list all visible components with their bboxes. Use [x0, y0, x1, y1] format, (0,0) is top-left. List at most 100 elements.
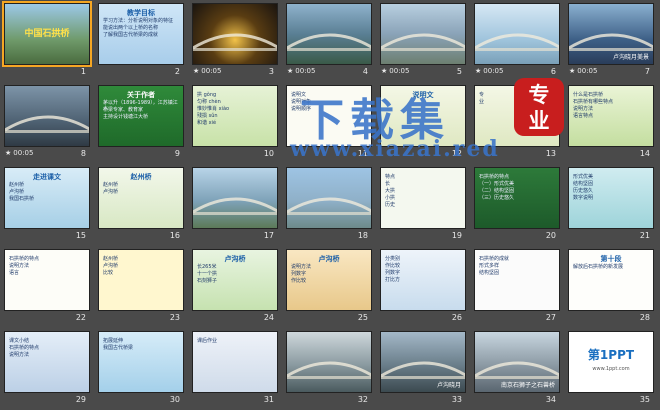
slide-thumbnail[interactable]: 石拱桥的特点 说明方法 语言	[4, 249, 90, 311]
slide-thumbnail[interactable]: 教学目标 学习方法：分析说明对象的特征 能说出两个以上桥的名称 了解我国古代桥梁的成就	[98, 3, 184, 65]
slide-thumbnail[interactable]	[474, 3, 560, 65]
slide-thumbnail[interactable]	[192, 167, 278, 229]
slide-thumbnail[interactable]: 课文小结 石拱桥的特点 说明方法	[4, 331, 90, 393]
slide-thumbnail[interactable]	[4, 85, 90, 147]
slide-thumbnail-cell[interactable]: 分类别 作比较 列数字 打比方 26	[376, 246, 470, 328]
slide-text-line: 我国石拱桥	[9, 196, 35, 202]
slide-thumbnail-cell[interactable]: 18	[282, 164, 376, 246]
slide-text-line: 学习方法：分析说明对象的特征	[103, 18, 174, 24]
slide-thumbnail[interactable]: 南京石狮子之石兽桥	[474, 331, 560, 393]
slide-thumbnail-cell[interactable]: 卢沟晓月 33	[376, 328, 470, 410]
slide-thumbnail[interactable]	[286, 167, 372, 229]
slide-thumbnail-cell[interactable]: 5 ★ 00:05	[376, 0, 470, 82]
slide-text-line: 打比方	[385, 277, 401, 283]
slide-thumbnail-cell[interactable]: 南京石狮子之石兽桥 34	[470, 328, 564, 410]
slide-number: 1	[80, 67, 86, 76]
slide-thumbnail-cell[interactable]: 特点长大拱 小拱 历史 19	[376, 164, 470, 246]
bridge-arch-icon	[381, 361, 465, 379]
slide-thumbnail-cell[interactable]: 卢沟桥 说明方法 列数字 作比较 25	[282, 246, 376, 328]
slide-text-line: 数字说明	[573, 195, 594, 201]
slide-thumbnail[interactable]: 卢沟桥 长265米 十一个拱 石刻狮子	[192, 249, 278, 311]
slide-timing-text: 00:05	[295, 67, 316, 75]
slide-text-line: 十一个拱	[197, 271, 218, 277]
slide-thumbnail-cell[interactable]: 第十段 解放后石拱桥的新发展 28	[564, 246, 658, 328]
slide-thumbnail[interactable]	[286, 3, 372, 65]
slide-thumbnail-cell[interactable]: 石拱桥的特点 （一）形式优美 （二）结构坚固 （三）历史悠久 20	[470, 164, 564, 246]
slide-thumbnail[interactable]: 第十段 解放后石拱桥的新发展	[568, 249, 654, 311]
slide-title: 第1PPT	[587, 348, 635, 362]
slide-number: 4	[362, 67, 368, 76]
slide-number: 13	[545, 149, 556, 158]
slide-title: 关于作者	[127, 91, 155, 99]
slide-thumbnail[interactable]	[192, 3, 278, 65]
slide-thumbnail[interactable]: 卢沟晓月	[380, 331, 466, 393]
slide-number: 10	[263, 149, 274, 158]
slide-thumbnail-cell[interactable]: 拱 gǒng 匀称 chèn 惟妙惟肖 xiào 残损 sǔn 和谐 xié 10	[188, 82, 282, 164]
slide-thumbnail[interactable]: 卢沟晓月美景	[568, 3, 654, 65]
slide-number: 5	[456, 67, 462, 76]
slide-thumbnail-cell[interactable]: 拓展延伸 我国古代桥梁 30	[94, 328, 188, 410]
slide-thumbnail-cell[interactable]: 32	[282, 328, 376, 410]
slide-number: 16	[169, 231, 180, 240]
slide-thumbnail-cell[interactable]: 什么是石拱桥 石拱桥有哪些特点 说明方法 语言特点 14	[564, 82, 658, 164]
slide-timing: ★ 00:05	[569, 67, 597, 75]
slide-thumbnail[interactable]	[380, 3, 466, 65]
slide-text-line: www.1ppt.com	[592, 366, 630, 372]
slide-thumbnail[interactable]: 形式优美 结构坚固 历史悠久 数字说明	[568, 167, 654, 229]
slide-thumbnail[interactable]: 什么是石拱桥 石拱桥有哪些特点 说明方法 语言特点	[568, 85, 654, 147]
slide-thumbnail[interactable]: 中国石拱桥	[2, 1, 92, 67]
slide-thumbnail-cell[interactable]: 课后作业 31	[188, 328, 282, 410]
slide-thumbnail-cell[interactable]: 中国石拱桥 1	[0, 0, 94, 82]
slide-thumbnail[interactable]: 第1PPT www.1ppt.com	[568, 331, 654, 393]
slide-thumbnail-cell[interactable]: 3 ★ 00:05	[188, 0, 282, 82]
slide-number: 23	[169, 313, 180, 322]
slide-text-line: 石拱桥的特点	[9, 256, 40, 262]
slide-thumbnail-cell[interactable]: 关于作者 茅以升（1896-1989），江苏镇江人 桥梁专家、教育家 主持设计钱塘江大…	[94, 82, 188, 164]
slide-thumbnail[interactable]: 石拱桥的特点 （一）形式优美 （二）结构坚固 （三）历史悠久	[474, 167, 560, 229]
slide-thumbnail-cell[interactable]: 17	[188, 164, 282, 246]
slide-thumbnail-cell[interactable]: 课文小结 石拱桥的特点 说明方法 29	[0, 328, 94, 410]
slide-thumbnail-cell[interactable]: 石拱桥的特点 说明方法 语言 22	[0, 246, 94, 328]
bridge-arch-icon	[5, 115, 89, 133]
slide-thumbnail[interactable]: 特点长大拱 小拱 历史	[380, 167, 466, 229]
slide-thumbnail-cell[interactable]: 6 ★ 00:05	[470, 0, 564, 82]
slide-thumbnail[interactable]: 关于作者 茅以升（1896-1989），江苏镇江人 桥梁专家、教育家 主持设计钱塘江大…	[98, 85, 184, 147]
slide-thumbnail[interactable]: 石拱桥的成就 形式多样 结构坚固	[474, 249, 560, 311]
slide-thumbnail-cell[interactable]: 石拱桥的成就 形式多样 结构坚固 27	[470, 246, 564, 328]
slide-thumbnail[interactable]: 赵州桥 赵州桥 卢沟桥	[98, 167, 184, 229]
slide-text-line: 石拱桥的特点	[479, 174, 510, 180]
slide-text-line: 惟妙惟肖 xiào	[197, 106, 230, 112]
slide-thumbnail-cell[interactable]: 教学目标 学习方法：分析说明对象的特征 能说出两个以上桥的名称 了解我国古代桥梁的成就…	[94, 0, 188, 82]
slide-thumbnail[interactable]: 课后作业	[192, 331, 278, 393]
slide-thumbnail[interactable]: 卢沟桥 说明方法 列数字 作比较	[286, 249, 372, 311]
slide-text-line: 石拱桥的特点	[9, 345, 40, 351]
slide-thumbnail[interactable]: 拓展延伸 我国古代桥梁	[98, 331, 184, 393]
slide-thumbnail-cell[interactable]: 形式优美 结构坚固 历史悠久 数字说明 21	[564, 164, 658, 246]
slide-thumbnail-cell[interactable]: 走进课文 赵州桥 卢沟桥 我国石拱桥 15	[0, 164, 94, 246]
slide-thumbnail-cell[interactable]: 8 ★ 00:05	[0, 82, 94, 164]
transition-star-icon: ★	[381, 67, 388, 75]
watermark-badge: 专业	[514, 78, 564, 136]
slide-thumbnail-cell[interactable]: 卢沟桥 长265米 十一个拱 石刻狮子 24	[188, 246, 282, 328]
slide-thumbnail[interactable]: 拱 gǒng 匀称 chèn 惟妙惟肖 xiào 残损 sǔn 和谐 xié	[192, 85, 278, 147]
slide-thumbnail[interactable]: 赵州桥 卢沟桥 比较	[98, 249, 184, 311]
slide-thumbnail[interactable]: 分类别 作比较 列数字 打比方	[380, 249, 466, 311]
slide-number: 34	[545, 395, 556, 404]
transition-star-icon: ★	[569, 67, 576, 75]
slide-thumbnail-cell[interactable]: 4 ★ 00:05	[282, 0, 376, 82]
slide-thumbnail-cell[interactable]: 卢沟晓月美景 7 ★ 00:05	[564, 0, 658, 82]
slide-text-line: 作比较	[291, 278, 307, 284]
slide-thumbnail-cell[interactable]: 赵州桥 赵州桥 卢沟桥 16	[94, 164, 188, 246]
bridge-arch-icon	[193, 197, 277, 215]
slide-thumbnail-cell[interactable]: 第1PPT www.1ppt.com 35	[564, 328, 658, 410]
slide-thumbnail[interactable]: 走进课文 赵州桥 卢沟桥 我国石拱桥	[4, 167, 90, 229]
slide-title: 教学目标	[127, 9, 155, 17]
slide-text-line: 说明方法	[9, 263, 30, 269]
slide-text-line: 结构坚固	[573, 181, 594, 187]
slide-number: 3	[268, 67, 274, 76]
slide-thumbnail[interactable]	[286, 331, 372, 393]
slide-text-line: 形式多样	[479, 263, 500, 269]
slide-thumbnail-cell[interactable]: 赵州桥 卢沟桥 比较 23	[94, 246, 188, 328]
slide-text-line: 石拱桥的成就	[479, 256, 510, 262]
transition-star-icon: ★	[193, 67, 200, 75]
